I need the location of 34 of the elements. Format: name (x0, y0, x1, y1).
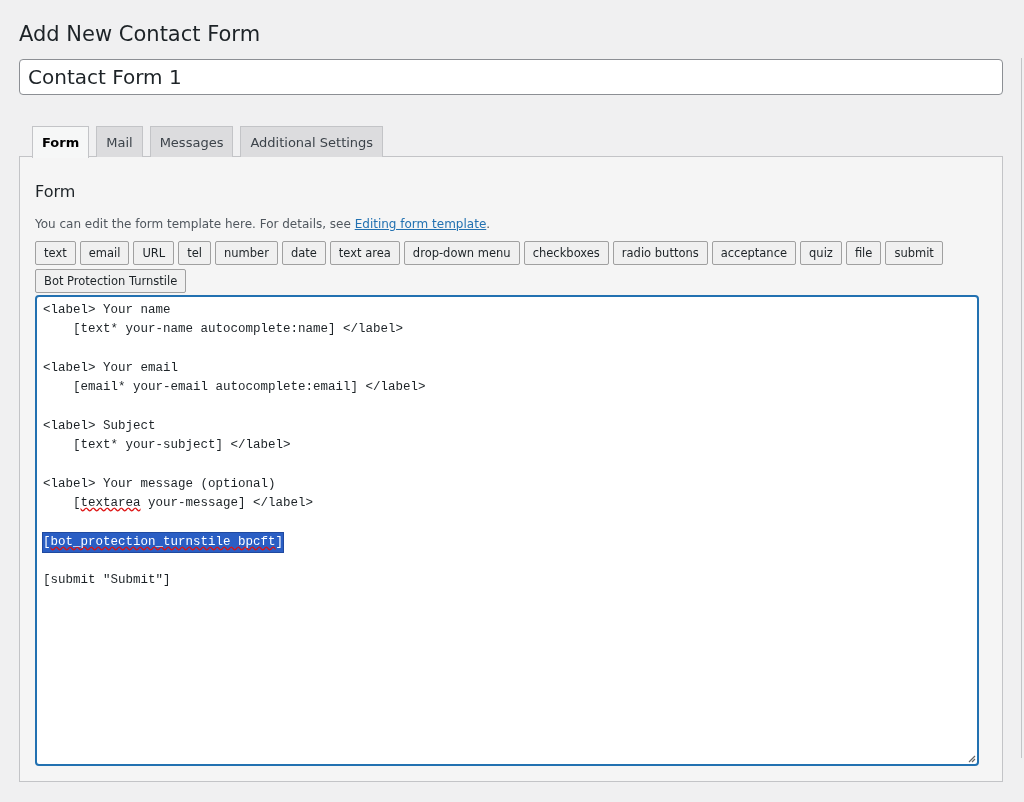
code-line: <label> Subject (43, 417, 156, 435)
description-text: You can edit the form template here. For details, see Editing form template. (35, 216, 492, 233)
tag-button[interactable]: file (845, 241, 882, 265)
tag-button[interactable]: URL (133, 241, 175, 265)
tag-button[interactable]: quiz (800, 241, 842, 265)
tag-button[interactable]: submit (885, 241, 943, 265)
tag-button[interactable]: number (215, 241, 278, 265)
panel-heading: Form (35, 181, 77, 203)
code-line: [submit "Submit"] (43, 572, 171, 590)
tag-button[interactable]: radio buttons (612, 241, 708, 265)
form-template-editor[interactable] (35, 295, 979, 766)
tab[interactable]: Form (32, 126, 90, 158)
tag-button[interactable]: Bot Protection Turnstile (35, 269, 187, 293)
tab[interactable]: Additional Settings (240, 126, 384, 157)
tag-button[interactable]: text area (329, 241, 400, 265)
tag-button[interactable]: tel (178, 241, 212, 265)
code-line: [text* your-name autocomplete:name] </label> (72, 321, 404, 339)
resize-grip-icon[interactable] (968, 755, 976, 763)
tag-button[interactable]: date (281, 241, 326, 265)
code-line: <label> Your message (optional) (43, 475, 276, 493)
code-line: [textarea your-message] </label> (72, 494, 314, 512)
code-line: [email* your-email autocomplete:email] </label> (72, 379, 426, 397)
code-line: [text* your-subject] </label> (72, 437, 291, 455)
tab[interactable]: Messages (149, 126, 234, 157)
title-input-field[interactable]: Contact Form 1 (19, 59, 1003, 95)
code-line: <label> Your name (43, 302, 171, 319)
tag-button[interactable]: email (79, 241, 130, 265)
page-title: Add New Contact Form (19, 21, 262, 48)
tag-button[interactable]: acceptance (711, 241, 797, 265)
tab[interactable]: Mail (96, 126, 143, 157)
tag-button[interactable]: checkboxes (523, 241, 609, 265)
code-line: <label> Your email (43, 359, 179, 377)
tag-button[interactable]: drop-down menu (403, 241, 520, 265)
tag-button[interactable]: text (35, 241, 76, 265)
